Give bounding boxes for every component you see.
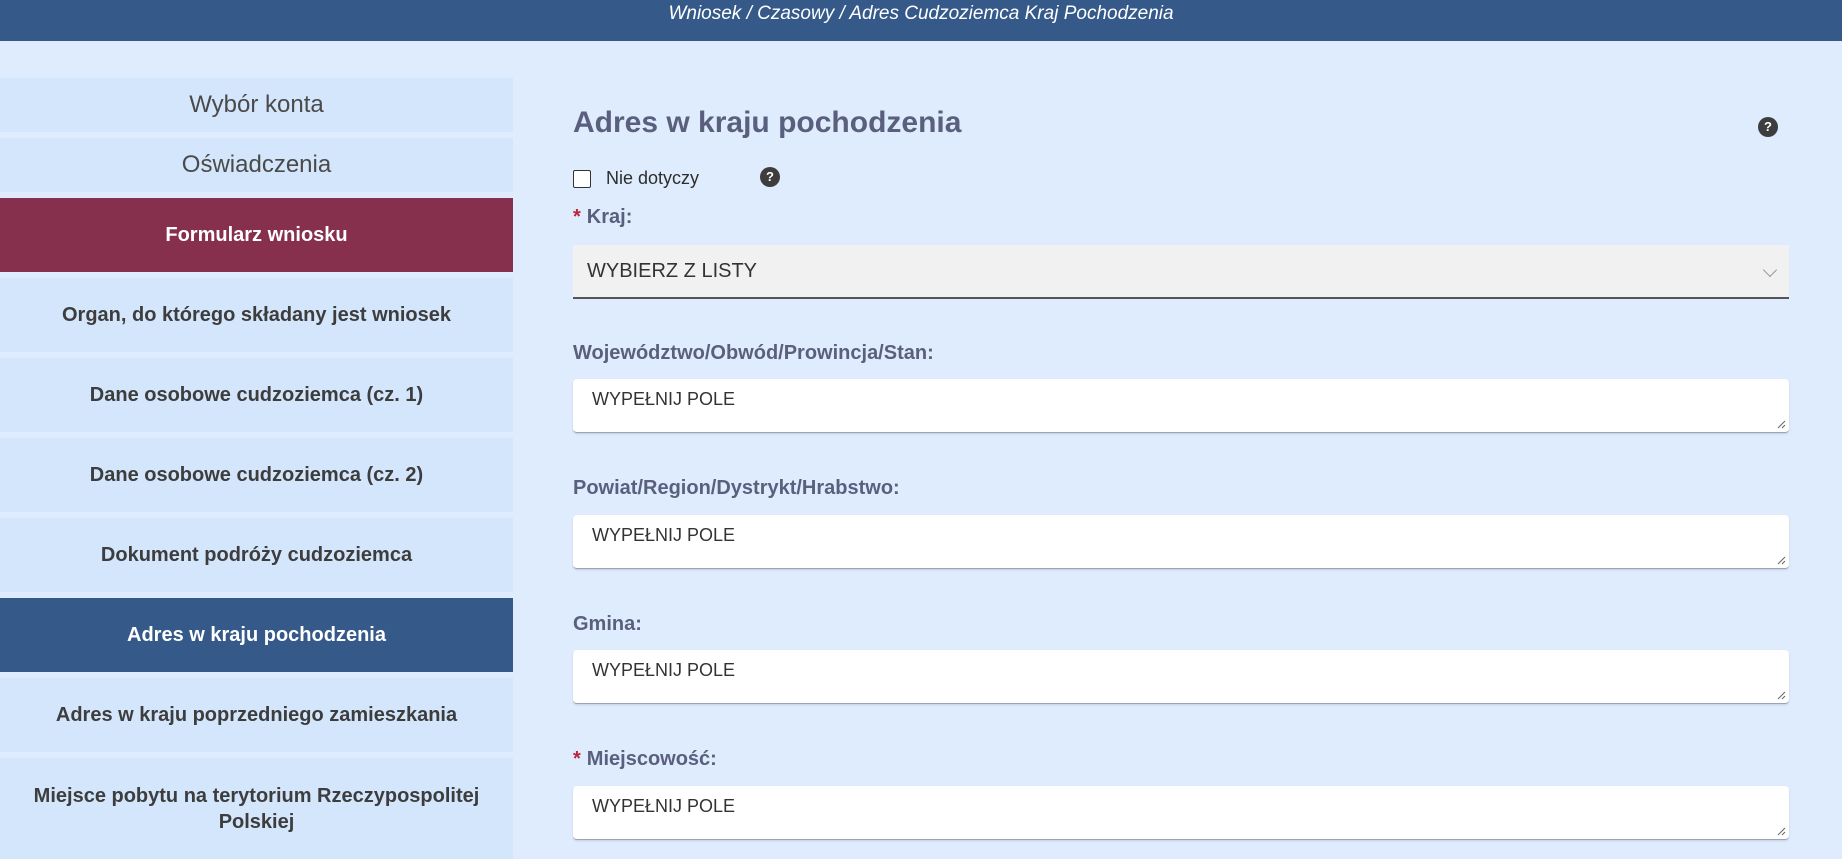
sidebar-item-home-country-address[interactable]: Adres w kraju pochodzenia xyxy=(0,598,513,672)
sidebar-item-personal-data-2[interactable]: Dane osobowe cudzoziemca (cz. 2) xyxy=(0,438,513,512)
sidebar-item-label: Adres w kraju pochodzenia xyxy=(127,624,386,646)
sidebar-item-personal-data-1[interactable]: Dane osobowe cudzoziemca (cz. 1) xyxy=(0,358,513,432)
sidebar-item-label: Wybór konta xyxy=(189,91,324,118)
sidebar-item-authority[interactable]: Organ, do którego składany jest wniosek xyxy=(0,278,513,352)
not-applicable-row: Nie dotyczy xyxy=(573,168,699,189)
municipality-field[interactable]: WYPEŁNIJ POLE xyxy=(573,650,1789,704)
province-label: Województwo/Obwód/Prowincja/Stan: xyxy=(573,342,934,364)
locality-field-value: WYPEŁNIJ POLE xyxy=(592,796,736,816)
municipality-label: Gmina: xyxy=(573,613,642,635)
country-label-text: Kraj: xyxy=(586,206,633,228)
sidebar-item-label: Dane osobowe cudzoziemca (cz. 1) xyxy=(89,384,424,406)
locality-field[interactable]: WYPEŁNIJ POLE xyxy=(573,786,1789,840)
not-applicable-label: Nie dotyczy xyxy=(606,168,700,188)
sidebar-item-label: Oświadczenia xyxy=(181,151,332,178)
country-select-value: WYBIERZ Z LISTY xyxy=(587,259,758,282)
form-area: Adres w kraju pochodzenia ? Nie dotyczy … xyxy=(573,0,1789,859)
county-field[interactable]: WYPEŁNIJ POLE xyxy=(573,515,1789,569)
sidebar-item-previous-residence-address[interactable]: Adres w kraju poprzedniego zamieszkania xyxy=(0,678,513,752)
sidebar-item-application-form[interactable]: Formularz wniosku xyxy=(0,198,513,272)
help-icon[interactable]: ? xyxy=(1758,117,1778,137)
sidebar-item-label: Formularz wniosku xyxy=(165,224,348,246)
country-select[interactable]: WYBIERZ Z LISTY xyxy=(573,245,1789,299)
page-title: Adres w kraju pochodzenia xyxy=(573,106,962,139)
required-mark: * xyxy=(573,206,581,228)
country-label: * Kraj: xyxy=(573,206,632,229)
locality-label: * Miejscowość: xyxy=(573,748,717,771)
not-applicable-checkbox[interactable] xyxy=(573,169,591,188)
sidebar-item-label: Organ, do którego składany jest wniosek xyxy=(62,304,451,326)
county-label: Powiat/Region/Dystrykt/Hrabstwo: xyxy=(573,477,900,499)
resize-grip-icon[interactable] xyxy=(1777,827,1786,836)
province-field[interactable]: WYPEŁNIJ POLE xyxy=(573,379,1789,433)
resize-grip-icon[interactable] xyxy=(1777,556,1786,565)
locality-label-text: Miejscowość: xyxy=(586,748,717,770)
sidebar-item-travel-document[interactable]: Dokument podróży cudzoziemca xyxy=(0,518,513,592)
sidebar-item-label: Dokument podróży cudzoziemca xyxy=(100,544,413,566)
sidebar-item-label: Miejsce pobytu na terytorium Rzeczypospo… xyxy=(33,784,480,833)
sidebar-item-label: Adres w kraju poprzedniego zamieszkania xyxy=(55,704,458,726)
sidebar-item-stay-in-poland[interactable]: Miejsce pobytu na terytorium Rzeczypospo… xyxy=(0,758,513,859)
required-mark: * xyxy=(573,748,581,770)
sidebar-item-account-selection[interactable]: Wybór konta xyxy=(0,78,513,132)
province-field-value: WYPEŁNIJ POLE xyxy=(592,389,736,409)
resize-grip-icon[interactable] xyxy=(1777,420,1786,429)
resize-grip-icon[interactable] xyxy=(1777,691,1786,700)
sidebar-item-label: Dane osobowe cudzoziemca (cz. 2) xyxy=(89,464,424,486)
sidebar-item-declarations[interactable]: Oświadczenia xyxy=(0,138,513,192)
chevron-down-icon xyxy=(1762,262,1778,278)
not-applicable-help-icon[interactable]: ? xyxy=(760,167,780,187)
county-field-value: WYPEŁNIJ POLE xyxy=(592,525,736,545)
municipality-field-value: WYPEŁNIJ POLE xyxy=(592,660,736,680)
